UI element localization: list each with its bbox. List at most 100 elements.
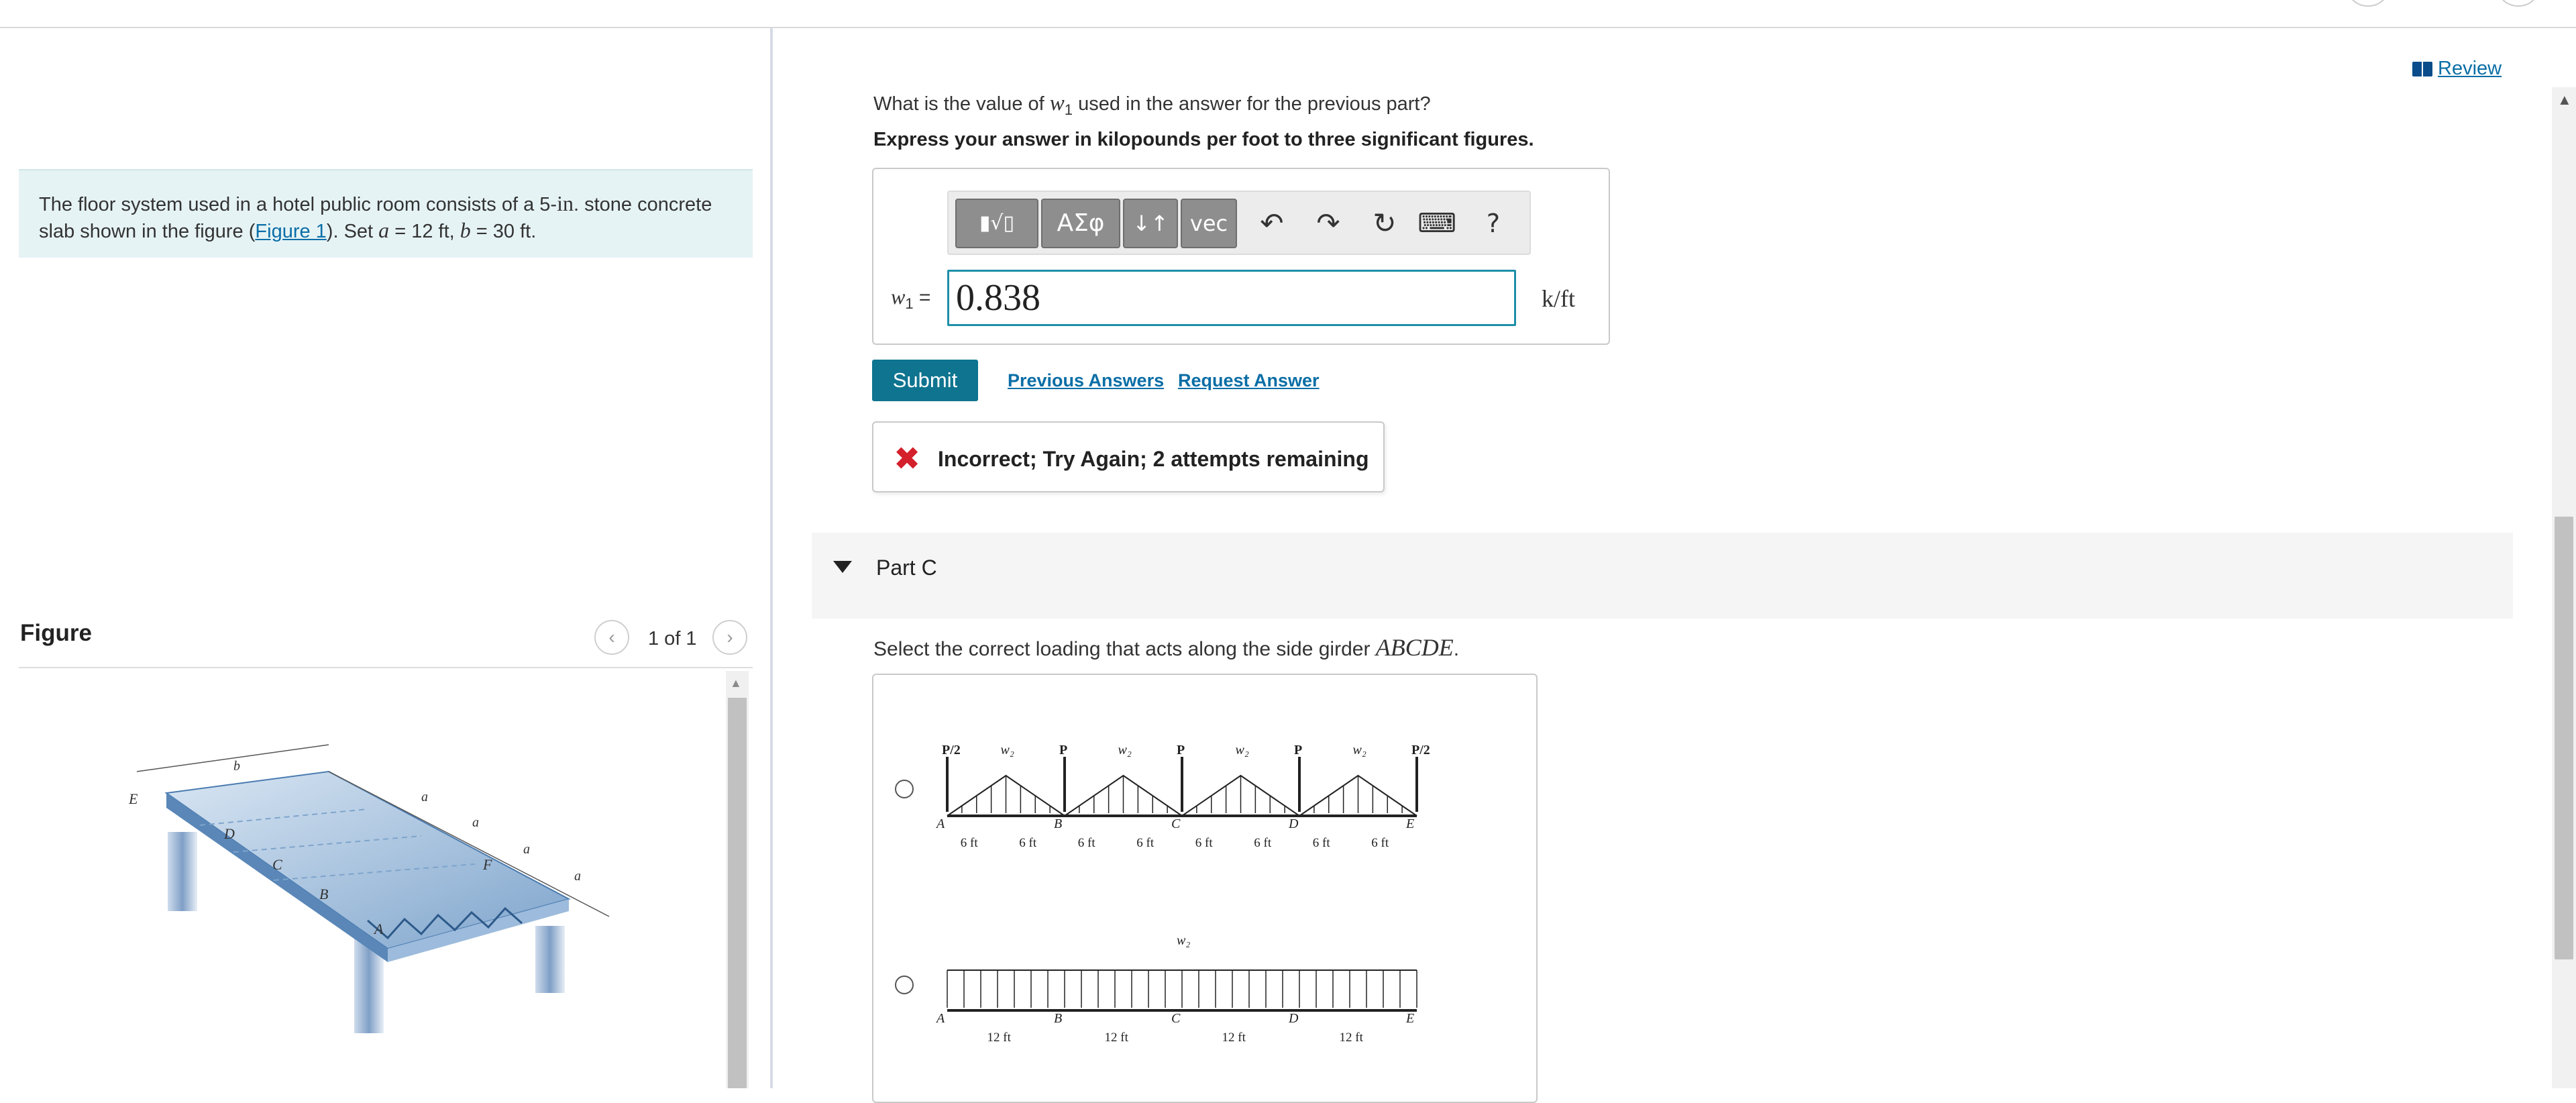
load-label: P (1177, 743, 1185, 757)
point-label-D: D (223, 825, 235, 842)
answer-label: w1 = (891, 284, 930, 313)
prev-figure-button[interactable]: ‹ (594, 620, 629, 655)
figure-scrollbar[interactable]: ▲ (726, 671, 749, 1088)
request-answer-link[interactable]: Request Answer (1178, 370, 1320, 391)
vector-button[interactable]: vec (1181, 199, 1237, 248)
var-subscript: 1 (1064, 101, 1073, 118)
floor-system-figure: b a a a a E D C B A F (19, 671, 723, 1088)
redo-icon[interactable]: ↷ (1308, 199, 1348, 248)
next-figure-button[interactable]: › (712, 620, 747, 655)
review-link[interactable]: Review (2412, 58, 2502, 80)
figure-link[interactable]: Figure 1 (255, 221, 326, 242)
answer-input[interactable]: 0.838 (947, 270, 1516, 326)
support-label: B (1054, 817, 1062, 831)
loading-diagram-2: w₂ A B C D E 12 ft 12 ft 12 ft 12 ft (935, 933, 1417, 1045)
point-label-F: F (482, 856, 492, 873)
support-label: A (935, 817, 945, 831)
label-equals: = (913, 286, 931, 309)
intro-text: ). Set (326, 221, 379, 242)
reset-icon[interactable]: ↻ (1364, 199, 1405, 248)
var-b: b (460, 218, 471, 242)
dimension-label: 6 ft (1078, 836, 1096, 850)
dim-label: a (421, 790, 428, 804)
scroll-thumb[interactable] (2555, 517, 2573, 959)
dimension-label: 6 ft (1195, 836, 1214, 850)
part-c-question: Select the correct loading that acts alo… (873, 633, 1459, 662)
support-label: C (1171, 1011, 1181, 1026)
load-label: w₂ (1236, 743, 1249, 757)
load-label: P/2 (942, 743, 961, 757)
a-value: = 12 ft, (389, 221, 460, 242)
dimension-label: 6 ft (1019, 836, 1037, 850)
floor-slab-drawing: b a a a a E D C B A F (128, 744, 610, 1033)
templates-button[interactable]: ▮√▯ (955, 199, 1038, 248)
dimension-label: 6 ft (1313, 836, 1331, 850)
figure-counter: 1 of 1 (648, 628, 697, 649)
chevron-left-icon: ‹ (608, 627, 615, 647)
load-label: w₂ (1118, 743, 1132, 757)
dimension-label: 12 ft (987, 1031, 1012, 1045)
dim-label: b (233, 759, 240, 774)
collapse-triangle-icon[interactable] (833, 561, 852, 573)
dim-label: a (574, 869, 581, 884)
options-panel: P/2 w₂ Pw₂ Pw₂ Pw₂ P/2 A B C D E 6 ft 6 ft 6 ft 6 ft 6 … (872, 674, 1538, 1103)
load-label: P (1059, 743, 1067, 757)
keyboard-icon[interactable]: ⌨ (1417, 199, 1457, 248)
column (535, 926, 565, 993)
feedback-message: Incorrect; Try Again; 2 attempts remaini… (938, 447, 1369, 471)
point-label-E: E (128, 790, 138, 807)
submit-button[interactable]: Submit (872, 360, 978, 401)
error-icon: ✖ (894, 440, 921, 478)
column (168, 832, 197, 911)
loading-diagram-1: P/2 w₂ Pw₂ Pw₂ Pw₂ P/2 A B C D E 6 ft 6 ft 6 ft 6 ft 6 … (935, 743, 1430, 850)
feedback-box: ✖ Incorrect; Try Again; 2 attempts remai… (872, 421, 1385, 492)
load-label: w₂ (1001, 743, 1014, 757)
previous-answers-link[interactable]: Previous Answers (1008, 370, 1164, 391)
arrows-button[interactable]: ↓↑ (1123, 199, 1178, 248)
dimension-label: 12 ft (1340, 1031, 1364, 1045)
unit-label: k/ft (1542, 285, 1575, 312)
girder-label: ABCDE (1375, 634, 1454, 661)
question-part: Select the correct loading that acts alo… (873, 638, 1376, 660)
option-2-radio[interactable] (895, 976, 914, 994)
figure-title: Figure (20, 620, 92, 646)
help-icon[interactable]: ? (1473, 199, 1513, 248)
scroll-up-icon[interactable]: ▲ (730, 676, 742, 690)
intro-unit: in (557, 191, 574, 215)
dimension-label: 6 ft (961, 836, 979, 850)
math-toolbar: ▮√▯ ΑΣφ ↓↑ vec ↶ ↷ ↻ ⌨ ? (947, 191, 1531, 255)
greek-symbols-button[interactable]: ΑΣφ (1041, 199, 1120, 248)
point-label-C: C (272, 856, 282, 873)
part-c-title: Part C (876, 556, 937, 580)
part-c-header[interactable]: Part C (812, 533, 2513, 619)
scroll-thumb[interactable] (728, 698, 747, 1088)
support-label: A (935, 1011, 945, 1026)
question-part: used in the answer for the previous part… (1073, 93, 1431, 115)
load-label: P (1294, 743, 1302, 757)
circle-button[interactable] (2348, 0, 2388, 7)
chevron-right-icon: › (727, 627, 733, 647)
support-label: D (1288, 1011, 1299, 1026)
book-icon (2412, 62, 2432, 77)
load-label: P/2 (1411, 743, 1430, 757)
instruction-text: Express your answer in kilopounds per fo… (873, 129, 1534, 150)
circle-button[interactable] (2498, 0, 2538, 7)
question-text: What is the value of w1 used in the answ… (873, 91, 1431, 119)
support-label: E (1405, 1011, 1414, 1026)
undo-icon[interactable]: ↶ (1252, 199, 1292, 248)
pane-divider[interactable] (770, 28, 773, 1088)
option-1-radio[interactable] (895, 780, 914, 798)
top-bar (0, 0, 2576, 28)
page-scrollbar[interactable]: ▲ (2552, 87, 2576, 1088)
dim-label: a (472, 815, 479, 830)
question-part: . (1453, 638, 1460, 660)
support-label: C (1171, 817, 1181, 831)
label-subscript: 1 (905, 295, 914, 312)
var-w: w (1049, 91, 1065, 115)
dimension-label: 6 ft (1254, 836, 1272, 850)
label-var: w (891, 284, 906, 309)
point-label-A: A (373, 921, 384, 937)
scroll-up-icon[interactable]: ▲ (2557, 91, 2572, 109)
dimension-label: 6 ft (1136, 836, 1155, 850)
load-label: w₂ (1177, 933, 1190, 948)
